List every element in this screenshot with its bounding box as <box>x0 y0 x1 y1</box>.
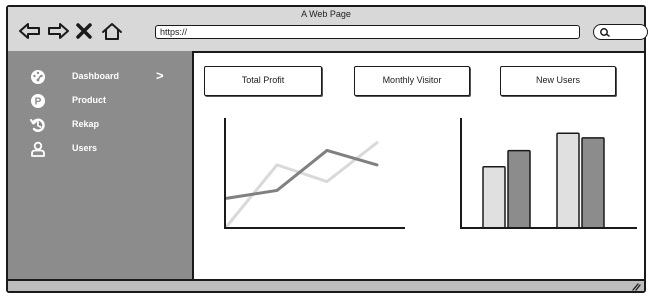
forward-arrow-icon[interactable] <box>46 21 70 41</box>
monthly-visitor-card[interactable]: Monthly Visitor <box>354 66 470 96</box>
new-users-card[interactable]: New Users <box>500 66 616 96</box>
bar-chart <box>460 118 637 229</box>
sidebar-item-rekap[interactable]: Rekap <box>8 116 188 136</box>
url-input[interactable] <box>155 25 580 39</box>
card-label: Monthly Visitor <box>382 75 442 85</box>
sidebar: Dashboard > P Product Rekap Users <box>8 51 194 281</box>
chevron-right-icon: > <box>156 68 164 83</box>
close-icon[interactable] <box>74 21 94 41</box>
line-chart-axes <box>224 118 405 229</box>
window-title: A Web Page <box>301 9 351 19</box>
back-arrow-icon[interactable] <box>18 21 42 41</box>
sidebar-item-users[interactable]: Users <box>8 140 188 160</box>
dashboard-icon <box>31 70 45 84</box>
bar-b-series-2 <box>581 137 605 229</box>
rekap-icon <box>30 118 45 132</box>
card-label: Total Profit <box>241 75 285 85</box>
total-profit-card[interactable]: Total Profit <box>204 66 322 96</box>
sidebar-item-product[interactable]: P Product <box>8 92 188 112</box>
users-icon <box>31 141 45 157</box>
sidebar-item-label: Product <box>72 95 107 105</box>
resize-grip-icon[interactable] <box>629 282 641 291</box>
status-bar <box>8 279 644 291</box>
sidebar-item-dashboard[interactable]: Dashboard > <box>8 68 188 88</box>
bar-b-series-1 <box>556 132 580 229</box>
browser-toolbar: A Web Page <box>8 7 648 53</box>
sidebar-item-label: Users <box>72 143 98 153</box>
sidebar-item-label: Dashboard <box>72 71 120 81</box>
svg-text:P: P <box>35 97 42 108</box>
home-icon[interactable] <box>100 21 124 41</box>
browser-window: A Web Page https:// Dashboard > P Produc… <box>6 5 648 293</box>
search-button[interactable] <box>593 24 648 40</box>
bar-a-series-1 <box>482 166 506 229</box>
card-label: New Users <box>535 75 580 85</box>
search-icon <box>600 28 610 37</box>
product-icon: P <box>31 94 45 108</box>
sidebar-item-label: Rekap <box>72 119 100 129</box>
bar-a-series-2 <box>507 149 531 229</box>
line-series-2 <box>225 141 379 228</box>
line-chart <box>224 118 405 229</box>
